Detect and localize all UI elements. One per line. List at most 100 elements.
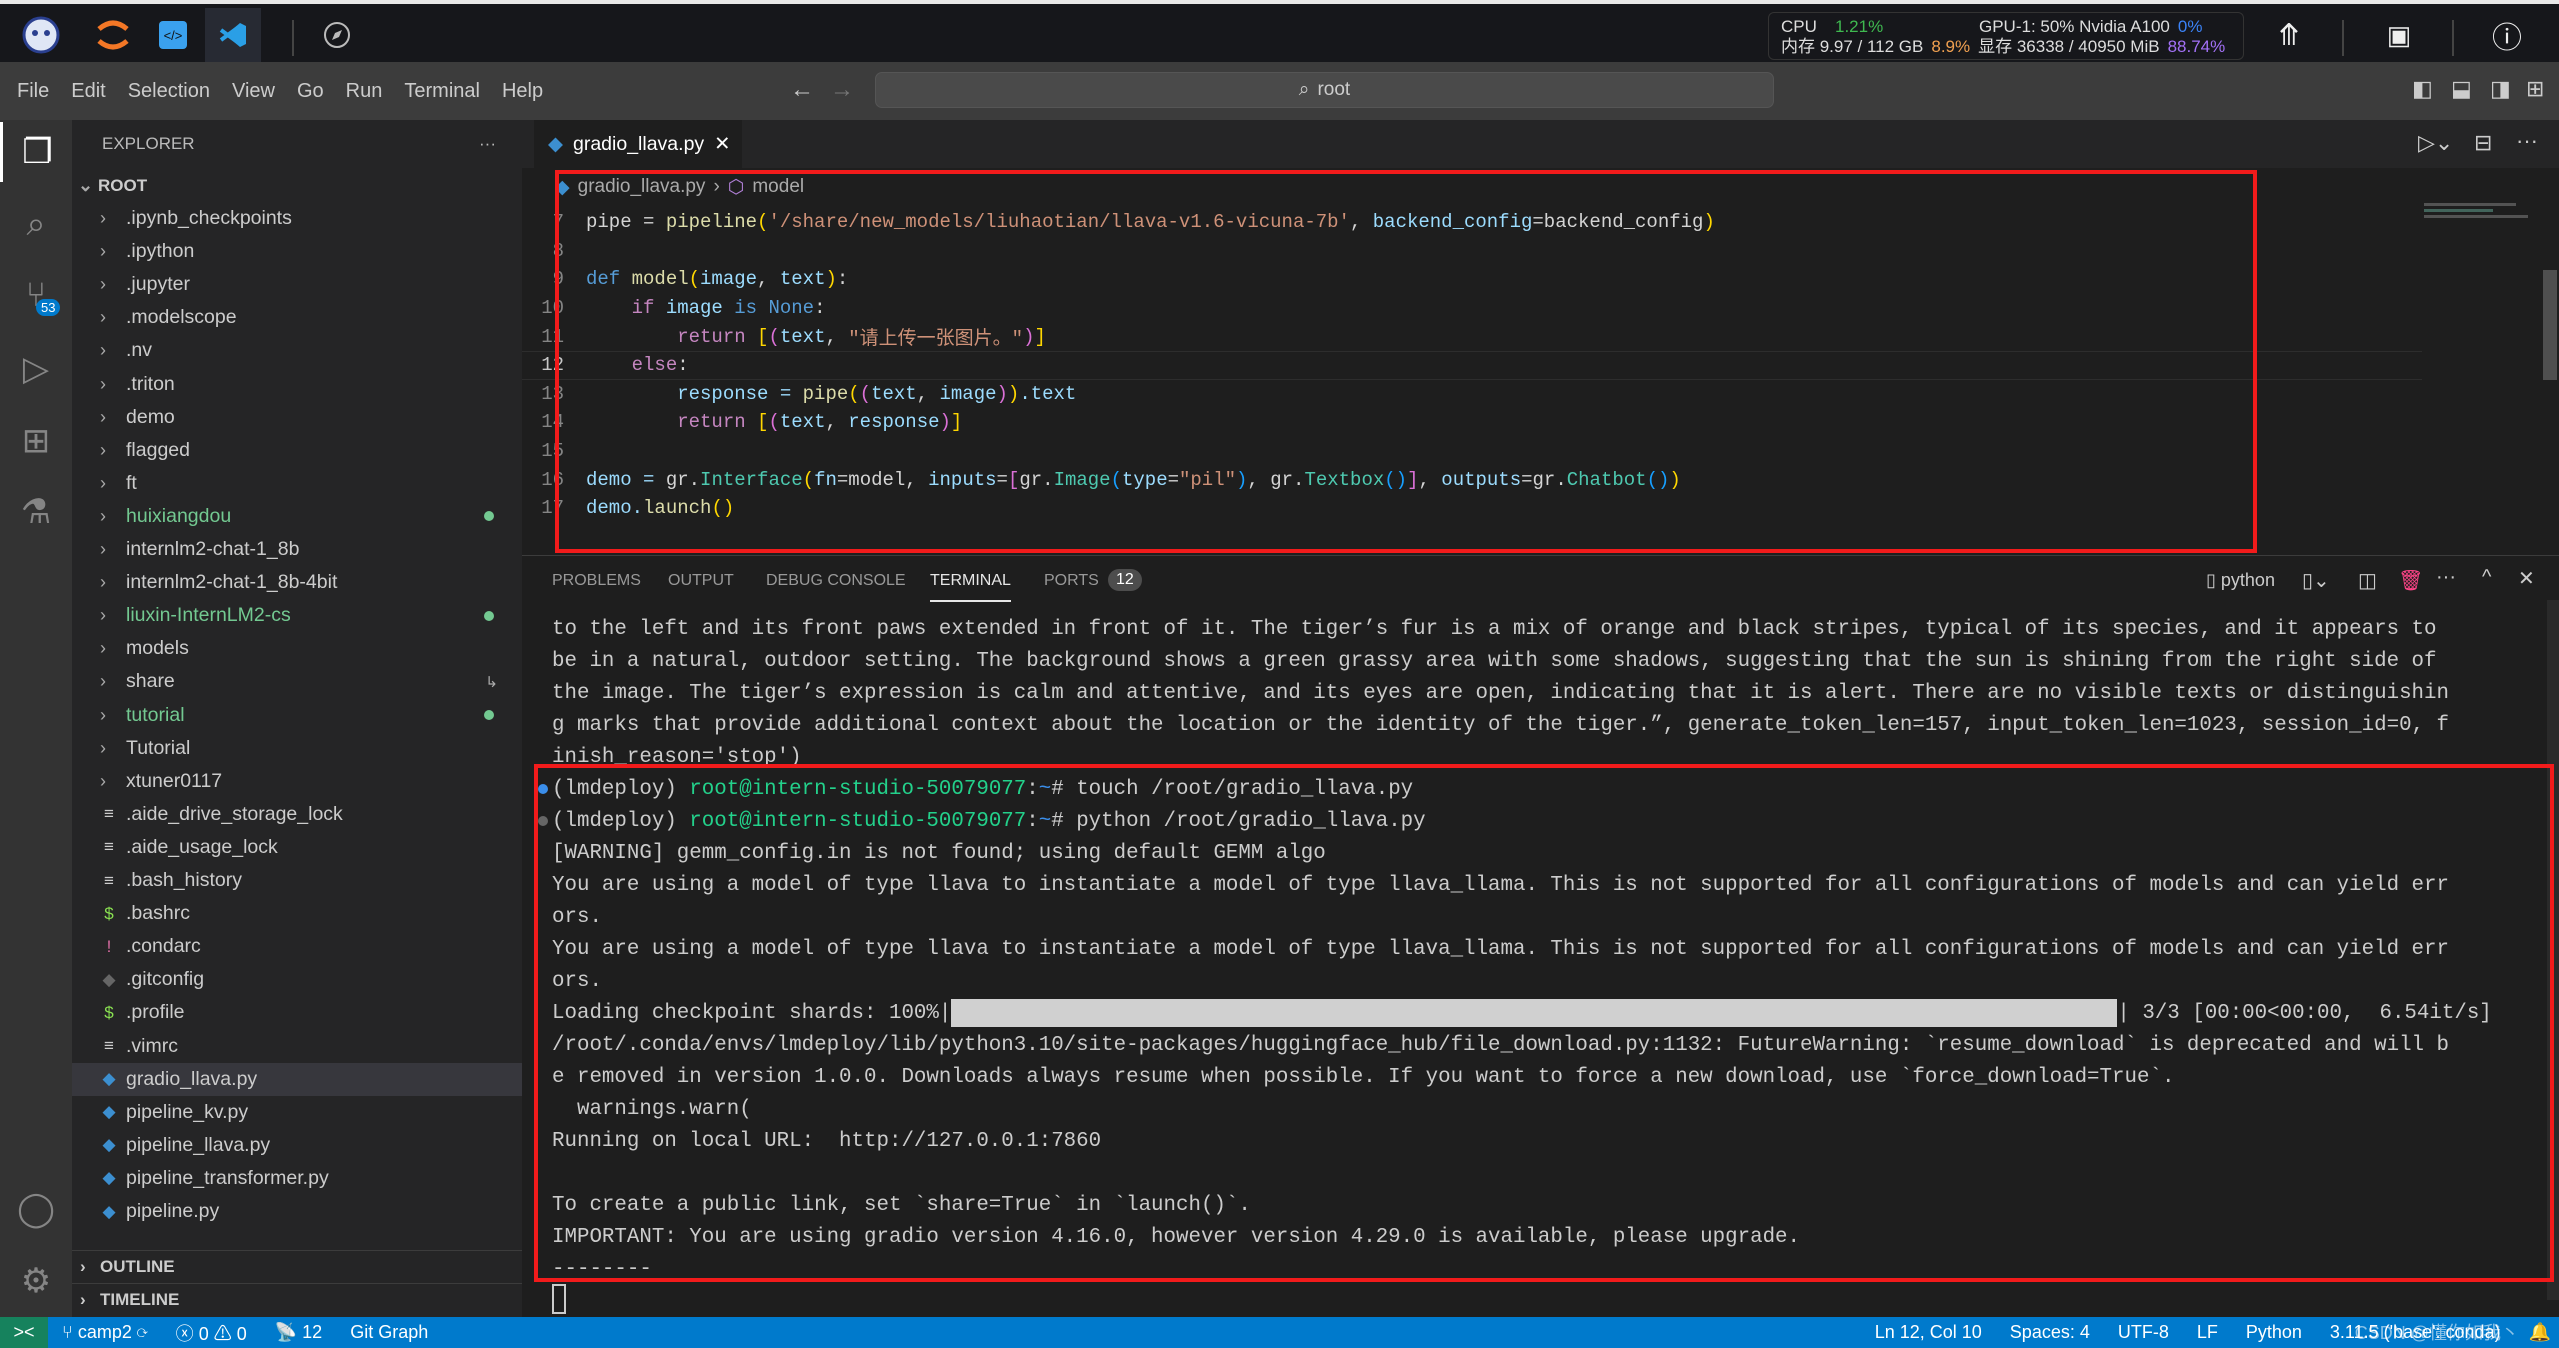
tab-terminal[interactable]: TERMINAL [930, 572, 1011, 602]
vscode-icon[interactable] [205, 8, 261, 62]
tree-item[interactable]: › demo [72, 401, 522, 434]
tree-item[interactable]: › xtuner0117 [72, 765, 522, 798]
run-debug-icon[interactable]: ▷ [0, 339, 72, 399]
back-arrow-icon[interactable]: ← [790, 76, 814, 104]
tree-item[interactable]: ◆ pipeline_llava.py [72, 1129, 522, 1162]
tree-item[interactable]: ◆ gradio_llava.py [72, 1062, 522, 1096]
gear-icon[interactable]: ⚙ [0, 1251, 72, 1311]
forward-arrow-icon[interactable]: → [830, 76, 854, 104]
tree-item[interactable]: › Tutorial [72, 732, 522, 765]
terminal-instance[interactable]: ▯ python [2206, 570, 2275, 591]
tab-debug-console[interactable]: DEBUG CONSOLE [766, 572, 906, 590]
monitor-icon[interactable]: ▣ [2370, 12, 2428, 58]
tree-item[interactable]: $ .profile [72, 996, 522, 1029]
toggle-secondary-sidebar-icon[interactable]: ◨ [2490, 76, 2511, 102]
tree-item[interactable]: ! .condarc [72, 930, 522, 963]
tree-item[interactable]: › liuxin-InternLM2-cs [72, 599, 522, 632]
tree-item[interactable]: › internlm2-chat-1_8b-4bit [72, 566, 522, 599]
eol[interactable]: LF [2183, 1322, 2232, 1343]
tree-item[interactable]: › models [72, 632, 522, 665]
tree-item[interactable]: › ft [72, 467, 522, 500]
search-icon[interactable]: ⌕ [0, 194, 72, 254]
tree-item-label: pipeline.py [126, 1200, 220, 1222]
code-server-icon[interactable]: </> [144, 12, 202, 58]
tab-gradio-llava[interactable]: ◆ gradio_llava.py ✕ [534, 120, 742, 168]
remote-indicator-icon[interactable]: >< [0, 1317, 48, 1348]
tree-item[interactable]: › huixiangdou [72, 500, 522, 533]
tree-item[interactable]: › .nv [72, 334, 522, 367]
warning-count: 0 [236, 1323, 247, 1344]
close-panel-icon[interactable]: ✕ [2518, 566, 2535, 591]
split-editor-icon[interactable]: ⊟ [2474, 130, 2492, 156]
timeline-section[interactable]: › TIMELINE [72, 1283, 522, 1316]
menu-view[interactable]: View [221, 80, 286, 103]
git-graph-button[interactable]: Git Graph [336, 1322, 442, 1343]
tree-item[interactable]: ≡ .bash_history [72, 864, 522, 897]
tree-item[interactable]: ◆ .gitconfig [72, 963, 522, 996]
run-file-icon[interactable]: ▷⌄ [2418, 130, 2453, 156]
more-actions-icon[interactable]: ··· [479, 134, 496, 154]
explorer-icon[interactable]: ❐ [0, 122, 72, 182]
ports-indicator[interactable]: 📡 12 [261, 1322, 336, 1343]
trash-icon[interactable]: 🗑 [2398, 568, 2423, 593]
new-terminal-icon[interactable]: ▯⌄ [2302, 568, 2330, 593]
tree-item[interactable]: › .modelscope [72, 301, 522, 334]
tree-item[interactable]: ◆ pipeline_transformer.py [72, 1162, 522, 1195]
toggle-panel-icon[interactable]: ⬓ [2451, 76, 2472, 102]
tree-item[interactable]: › flagged [72, 434, 522, 467]
menu-edit[interactable]: Edit [60, 80, 116, 103]
more-actions-icon[interactable]: ··· [2516, 128, 2538, 154]
upload-icon[interactable]: ⤊ [2260, 12, 2318, 58]
outline-section[interactable]: › OUTLINE [72, 1250, 522, 1283]
tree-item[interactable]: › tutorial [72, 699, 522, 732]
tree-item[interactable]: › .triton [72, 368, 522, 401]
tree-item[interactable]: ≡ .vimrc [72, 1030, 522, 1063]
tree-item-label: pipeline_kv.py [126, 1100, 249, 1123]
language-mode[interactable]: Python [2232, 1322, 2316, 1343]
tree-item[interactable]: › share ↳ [72, 665, 522, 698]
tab-ports[interactable]: PORTS [1044, 572, 1099, 590]
root-folder-header[interactable]: ⌄ ROOT [72, 169, 522, 202]
minimap[interactable] [2424, 200, 2539, 240]
menu-file[interactable]: File [6, 80, 60, 103]
split-terminal-icon[interactable]: ◫ [2358, 568, 2377, 593]
customize-layout-icon[interactable]: ⊞ [2526, 76, 2544, 102]
tree-item[interactable]: ◆ pipeline.py [72, 1195, 522, 1228]
menu-help[interactable]: Help [491, 80, 554, 103]
tree-item[interactable]: ◆ pipeline_kv.py [72, 1096, 522, 1129]
account-icon[interactable]: ◯ [0, 1179, 72, 1239]
tree-item[interactable]: › .ipython [72, 235, 522, 268]
cursor-position[interactable]: Ln 12, Col 10 [1861, 1322, 1996, 1343]
tab-problems[interactable]: PROBLEMS [552, 572, 641, 590]
compass-icon[interactable] [308, 12, 366, 58]
menu-terminal[interactable]: Terminal [393, 80, 491, 103]
encoding[interactable]: UTF-8 [2104, 1322, 2183, 1343]
maximize-panel-icon[interactable]: ^ [2482, 566, 2491, 589]
command-center-search[interactable]: ⌕ root [875, 72, 1774, 108]
problems-indicator[interactable]: ⓧ 0 ⚠ 0 [162, 1320, 261, 1346]
indentation[interactable]: Spaces: 4 [1996, 1322, 2104, 1343]
menu-go[interactable]: Go [286, 80, 335, 103]
jupyter-icon[interactable] [84, 12, 142, 58]
editor-scrollbar[interactable] [2543, 270, 2557, 380]
extensions-icon[interactable]: ⊞ [0, 411, 72, 471]
more-actions-icon[interactable]: ··· [2436, 566, 2456, 589]
menu-selection[interactable]: Selection [117, 80, 221, 103]
tab-output[interactable]: OUTPUT [668, 572, 734, 590]
menu-run[interactable]: Run [335, 80, 394, 103]
branch-indicator[interactable]: ⑂ camp2 ⟳ [48, 1322, 162, 1343]
close-icon[interactable]: ✕ [714, 132, 730, 156]
intern-studio-logo-icon[interactable] [12, 12, 70, 58]
command-center-label: root [1317, 79, 1351, 100]
source-control-icon[interactable]: ⑂ 53 [0, 265, 72, 325]
tree-item[interactable]: › internlm2-chat-1_8b [72, 533, 522, 566]
tree-item[interactable]: ≡ .aide_drive_storage_lock [72, 798, 522, 831]
testing-icon[interactable]: ⚗ [0, 482, 72, 542]
tree-item[interactable]: › .jupyter [72, 268, 522, 301]
info-icon[interactable]: ⓘ [2478, 12, 2536, 58]
tree-item[interactable]: ≡ .aide_usage_lock [72, 831, 522, 864]
tree-item[interactable]: › .ipynb_checkpoints [72, 202, 522, 235]
tree-item[interactable]: $ .bashrc [72, 897, 522, 930]
notifications-icon[interactable]: 🔔 [2515, 1322, 2559, 1343]
toggle-sidebar-icon[interactable]: ◧ [2412, 76, 2433, 102]
